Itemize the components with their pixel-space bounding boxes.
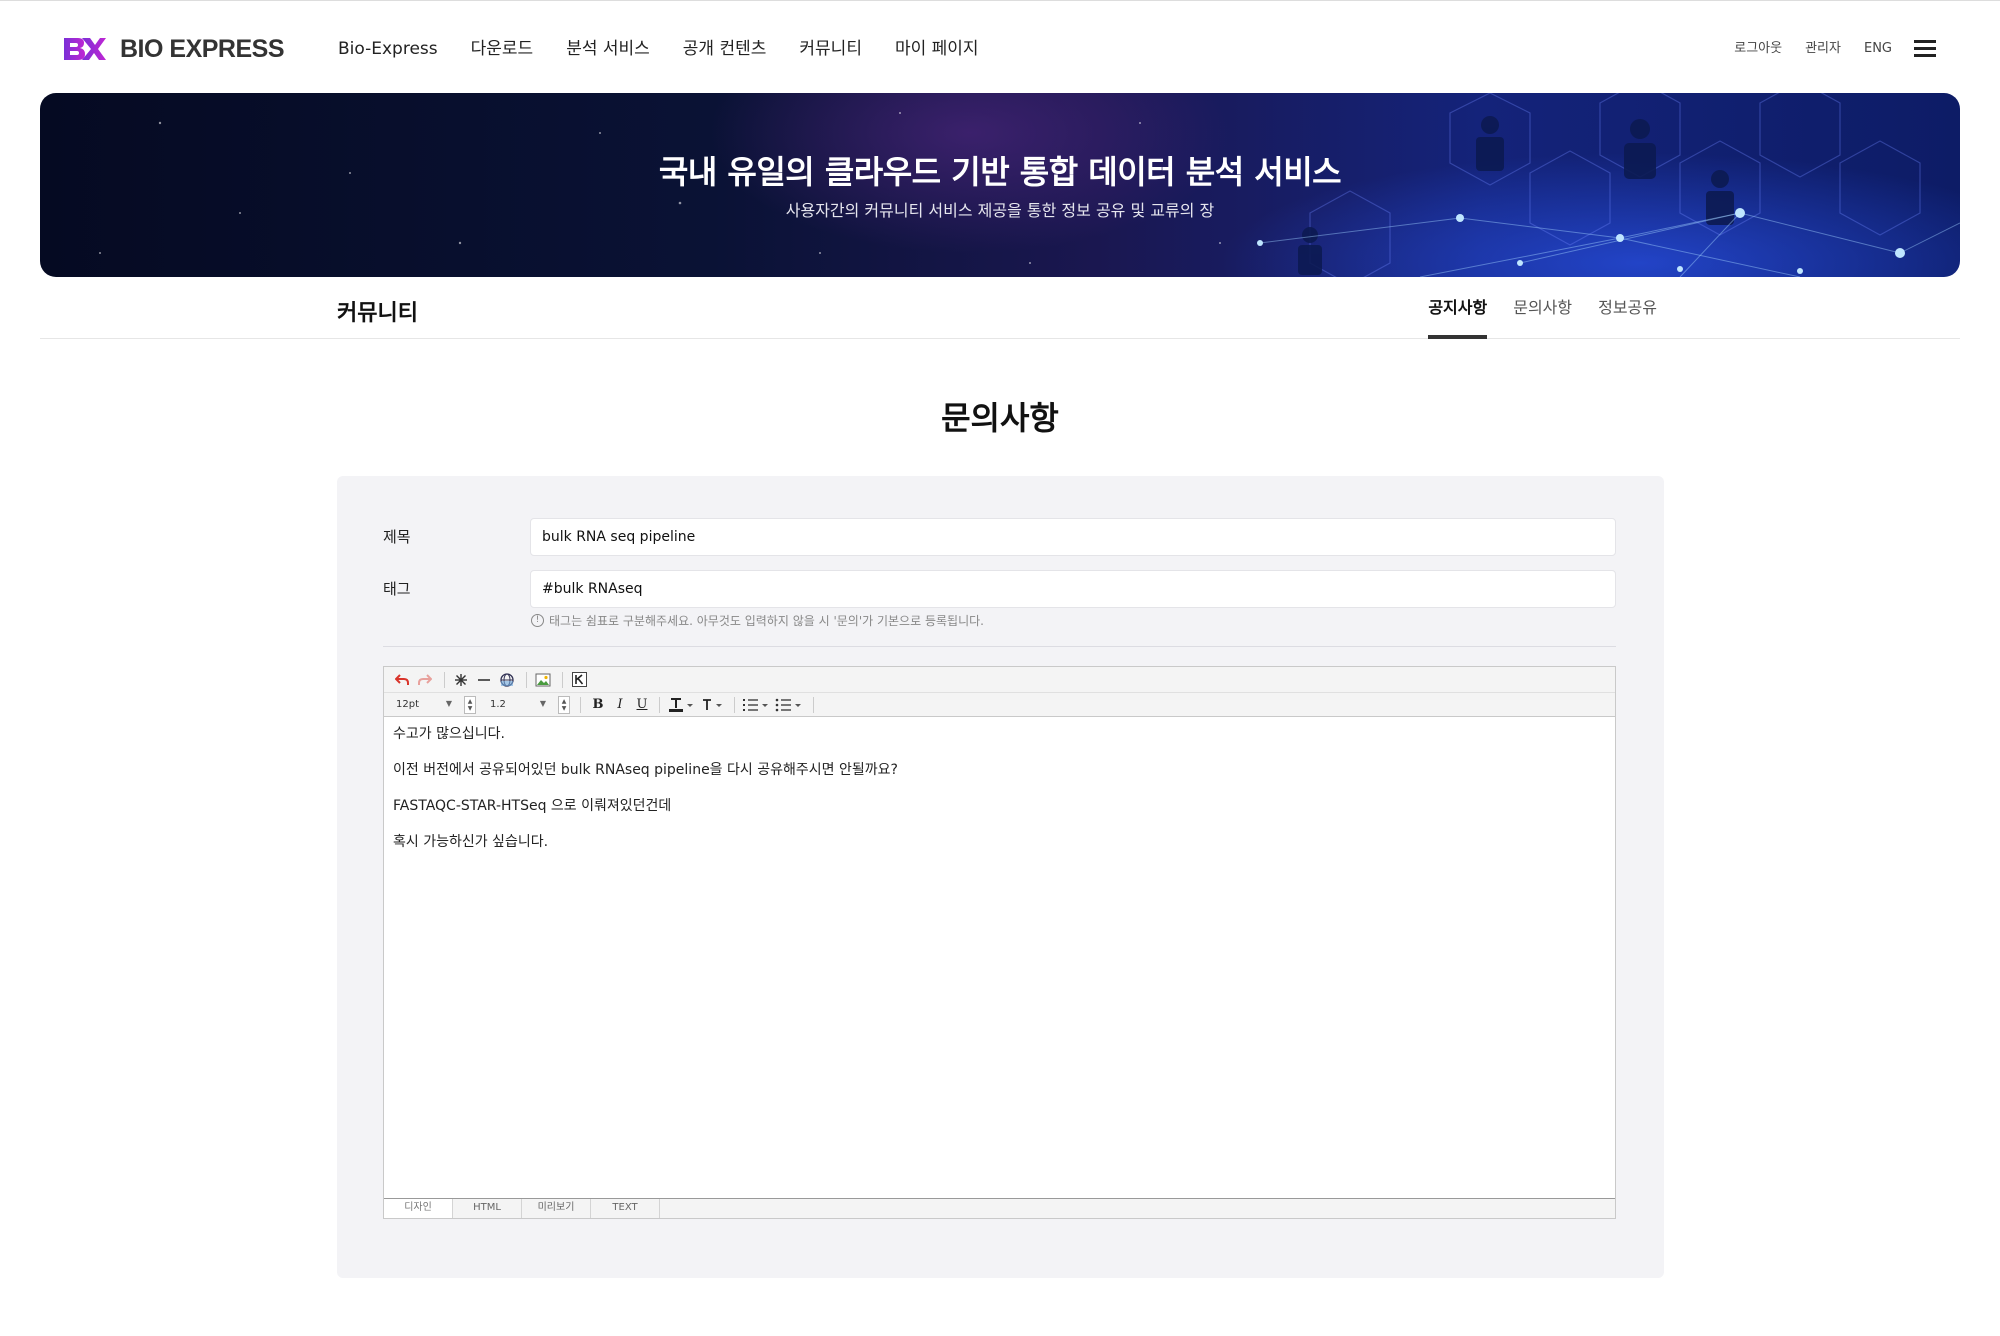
redo-icon[interactable] bbox=[415, 670, 435, 690]
chevron-down-icon: ▼ bbox=[445, 698, 452, 708]
nav-bio-express[interactable]: Bio-Express bbox=[338, 35, 438, 63]
italic-button[interactable]: I bbox=[609, 697, 631, 712]
content-line: 수고가 많으십니다. bbox=[393, 726, 505, 742]
content-line: 혹시 가능하신가 싶습니다. bbox=[393, 834, 549, 850]
underline-button[interactable]: U bbox=[631, 697, 653, 712]
banner-subtitle: 사용자간의 커뮤니티 서비스 제공을 통한 정보 공유 및 교류의 장 bbox=[785, 201, 1215, 220]
text-style-icon[interactable] bbox=[699, 695, 725, 715]
mode-html-tab[interactable]: HTML bbox=[453, 1199, 522, 1218]
tag-hint-text: 태그는 쉼표로 구분해주세요. 아무것도 입력하지 않을 시 '문의'가 기본으… bbox=[549, 614, 984, 628]
tag-hint: ! 태그는 쉼표로 구분해주세요. 아무것도 입력하지 않을 시 '문의'가 기… bbox=[531, 612, 984, 629]
nav-community[interactable]: 커뮤니티 bbox=[799, 35, 862, 63]
subject-label: 제목 bbox=[383, 528, 411, 546]
nav-my-page[interactable]: 마이 페이지 bbox=[895, 35, 979, 63]
nav-download[interactable]: 다운로드 bbox=[471, 35, 534, 63]
tab-info-share[interactable]: 정보공유 bbox=[1598, 297, 1657, 339]
ordered-list-icon[interactable] bbox=[741, 695, 771, 715]
hero-banner: 국내 유일의 클라우드 기반 통합 데이터 분석 서비스 사용자간의 커뮤니티 … bbox=[40, 93, 1960, 277]
nav-analysis-service[interactable]: 분석 서비스 bbox=[566, 35, 650, 63]
sub-tabs: 공지사항 문의사항 정보공유 bbox=[1402, 297, 1657, 339]
site-header: BIO EXPRESS Bio-Express 다운로드 분석 서비스 공개 컨… bbox=[0, 0, 2000, 93]
horizontal-rule-icon[interactable] bbox=[474, 670, 494, 690]
editor-content[interactable]: 수고가 많으십니다. 이전 버전에서 공유되어있던 bulk RNAseq pi… bbox=[393, 725, 1606, 869]
global-nav: Bio-Express 다운로드 분석 서비스 공개 컨텐츠 커뮤니티 마이 페… bbox=[338, 35, 1012, 63]
subject-input[interactable] bbox=[530, 518, 1616, 556]
tab-notice[interactable]: 공지사항 bbox=[1428, 297, 1487, 339]
tag-label: 태그 bbox=[383, 580, 411, 598]
font-size-value: 12pt bbox=[396, 699, 419, 710]
mode-text-tab[interactable]: TEXT bbox=[591, 1199, 660, 1218]
logo-text: BIO EXPRESS bbox=[120, 34, 285, 63]
language-link[interactable]: ENG bbox=[1864, 35, 1892, 63]
mode-preview-tab[interactable]: 미리보기 bbox=[522, 1199, 591, 1218]
bio-express-logo-icon bbox=[64, 38, 106, 60]
text-color-icon[interactable] bbox=[666, 695, 696, 715]
editor-mode-tabs: 디자인 HTML 미리보기 TEXT bbox=[384, 1198, 1615, 1218]
tab-inquiry[interactable]: 문의사항 bbox=[1513, 297, 1572, 339]
admin-link[interactable]: 관리자 bbox=[1805, 35, 1841, 63]
inquiry-form: 제목 태그 ! 태그는 쉼표로 구분해주세요. 아무것도 입력하지 않을 시 '… bbox=[337, 476, 1664, 1278]
insert-image-icon[interactable] bbox=[533, 670, 553, 690]
content-line: 이전 버전에서 공유되어있던 bulk RNAseq pipeline을 다시 … bbox=[393, 762, 898, 778]
line-height-value: 1.2 bbox=[490, 699, 506, 710]
content-line: FASTAQC-STAR-HTSeq 으로 이뤄져있던건데 bbox=[393, 798, 672, 814]
logo[interactable]: BIO EXPRESS bbox=[62, 31, 285, 67]
editor-toolbar-top bbox=[384, 667, 1615, 693]
k-icon[interactable] bbox=[569, 670, 589, 690]
rich-text-editor: 12pt ▼ ▲ ▼ 1.2 ▼ ▲ ▼ B I U 수고가 많으십니다. 이전… bbox=[383, 666, 1616, 1219]
link-globe-icon[interactable] bbox=[497, 670, 517, 690]
tag-input[interactable] bbox=[530, 570, 1616, 608]
bold-button[interactable]: B bbox=[587, 697, 609, 712]
sub-navigation: 커뮤니티 공지사항 문의사항 정보공유 bbox=[40, 277, 1960, 339]
line-height-select[interactable]: 1.2 ▼ bbox=[486, 696, 558, 714]
page-title: 문의사항 bbox=[941, 399, 1059, 437]
section-title: 커뮤니티 bbox=[337, 301, 418, 326]
bullet-list-icon[interactable] bbox=[774, 695, 804, 715]
special-char-icon[interactable] bbox=[451, 670, 471, 690]
logout-link[interactable]: 로그아웃 bbox=[1734, 35, 1782, 63]
menu-icon[interactable] bbox=[1914, 40, 1936, 58]
editor-toolbar-format: 12pt ▼ ▲ ▼ 1.2 ▼ ▲ ▼ B I U bbox=[384, 693, 1615, 717]
line-height-stepper[interactable]: ▲ ▼ bbox=[558, 695, 570, 714]
undo-icon[interactable] bbox=[392, 670, 412, 690]
chevron-down-icon: ▼ bbox=[539, 698, 546, 708]
mode-design-tab[interactable]: 디자인 bbox=[384, 1199, 453, 1218]
utility-menu: 로그아웃 관리자 ENG bbox=[1711, 35, 1936, 63]
font-size-select[interactable]: 12pt ▼ bbox=[392, 696, 464, 714]
divider bbox=[383, 646, 1616, 647]
nav-public-contents[interactable]: 공개 컨텐츠 bbox=[683, 35, 767, 63]
banner-title: 국내 유일의 클라우드 기반 통합 데이터 분석 서비스 bbox=[658, 153, 1342, 191]
font-size-stepper[interactable]: ▲ ▼ bbox=[464, 695, 476, 714]
info-icon: ! bbox=[531, 614, 544, 627]
